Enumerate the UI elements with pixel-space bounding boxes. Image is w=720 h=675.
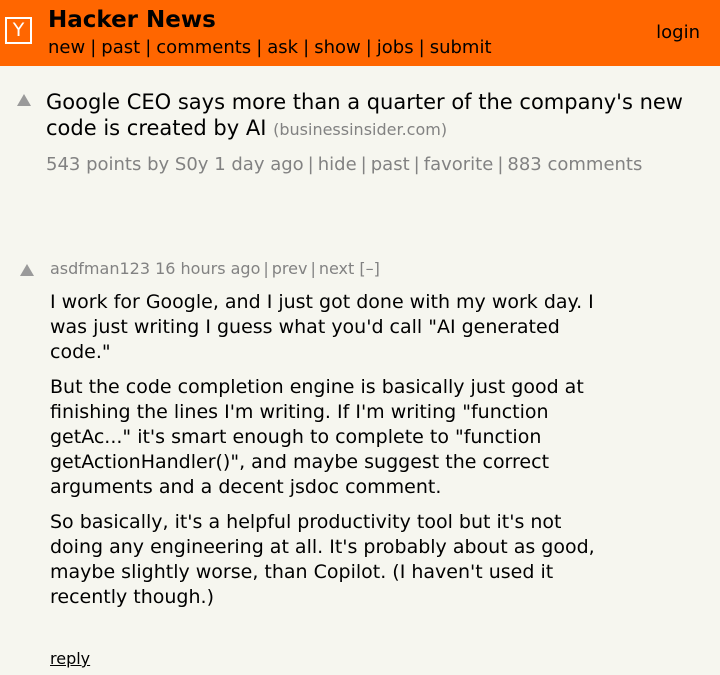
nav-ask[interactable]: ask [267,37,298,58]
comment-prev[interactable]: prev [272,259,308,278]
comment-next[interactable]: next [319,259,354,278]
story-by: by [147,154,170,175]
story-subtext: 543 points by S0y 1 day ago | hide | past | fa… [46,154,642,176]
reply-link[interactable]: reply [50,649,90,669]
subtext-separator: | [497,154,504,175]
nav-jobs[interactable]: jobs [377,37,414,58]
nav-new[interactable]: new [48,37,85,58]
nav-separator: | [90,37,97,58]
nav-separator: | [365,37,372,58]
nav-separator: | [145,37,152,58]
story-past[interactable]: past [371,154,410,175]
comment-upvote-arrow-icon[interactable] [20,264,34,276]
story-age[interactable]: 1 day ago [214,154,303,175]
y-logo-icon[interactable]: Y [5,17,32,44]
story-points: 543 points [46,154,142,175]
subtext-separator: | [360,154,367,175]
story-favorite[interactable]: favorite [424,154,494,175]
comhead-separator: | [263,259,269,278]
comment-collapse-toggle[interactable]: [–] [359,259,379,278]
nav-submit[interactable]: submit [430,37,492,58]
story-site[interactable]: (businessinsider.com) [273,120,447,139]
nav-comments[interactable]: comments [156,37,251,58]
comment-head: asdfman123 16 hours ago | prev | next [–] [50,259,380,279]
comment-paragraph: So basically, it's a helpful productivit… [50,511,595,608]
nav-separator: | [256,37,263,58]
story-hide[interactable]: hide [318,154,357,175]
comment-user[interactable]: asdfman123 [50,259,150,278]
site-title[interactable]: Hacker News [48,6,216,34]
login-link[interactable]: login [656,22,700,44]
nav-show[interactable]: show [314,37,361,58]
nav-separator: | [303,37,310,58]
comment-text: I work for Google, and I just got done w… [50,290,615,620]
story-comments-count[interactable]: 883 comments [507,154,642,175]
nav-separator: | [418,37,425,58]
subtext-separator: | [413,154,420,175]
comment-paragraph: I work for Google, and I just got done w… [50,291,594,363]
top-nav: new | past | comments | ask | show | jobs | submit [48,37,492,59]
upvote-arrow-icon[interactable] [17,94,31,106]
nav-past[interactable]: past [101,37,140,58]
story-title: Google CEO says more than a quarter of t… [46,89,706,143]
top-bar: Y Hacker News new | past | comments | ask | show… [0,0,720,66]
comment-paragraph: But the code completion engine is basica… [50,376,584,498]
comhead-separator: | [310,259,316,278]
subtext-separator: | [307,154,314,175]
comment-age[interactable]: 16 hours ago [155,259,260,278]
story-user[interactable]: S0y [175,154,209,175]
